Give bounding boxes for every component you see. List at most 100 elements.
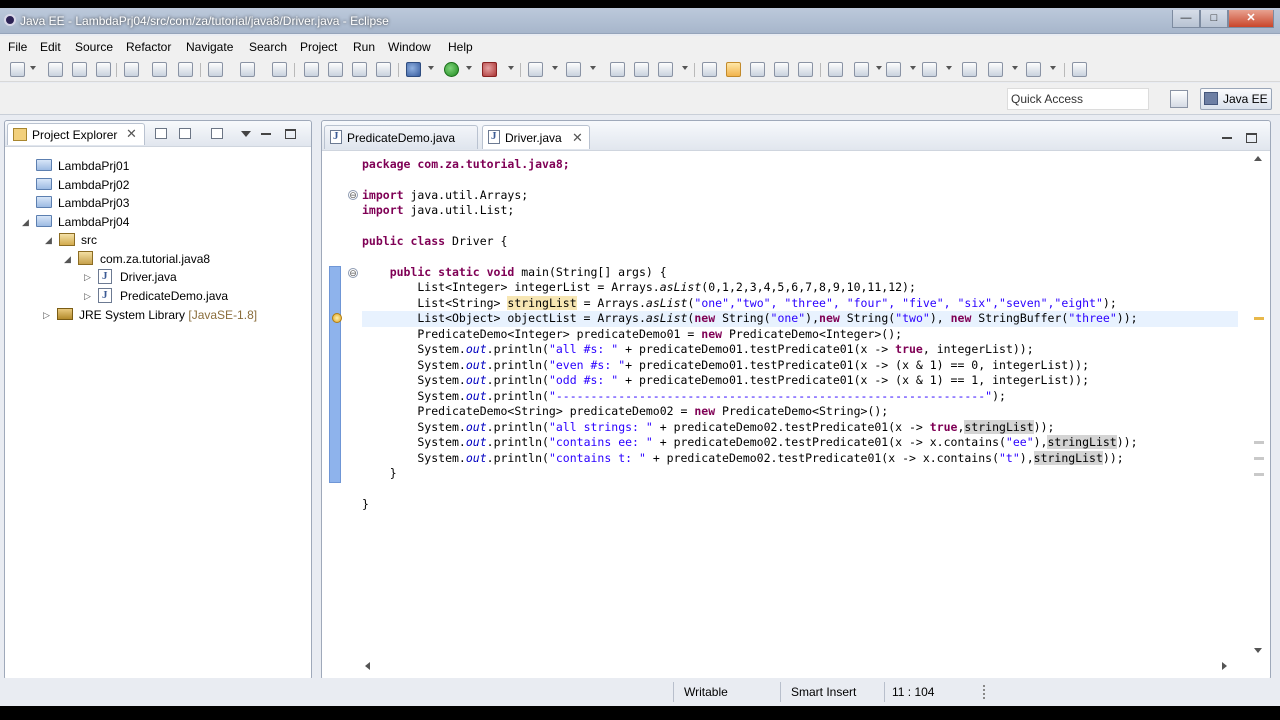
new-class-icon[interactable]	[566, 62, 581, 77]
cleanup-icon[interactable]	[178, 62, 193, 77]
project-explorer-tab[interactable]: Project Explorer ✕	[7, 123, 145, 145]
forward-dropdown-icon[interactable]	[1050, 66, 1056, 70]
suspend-icon[interactable]	[328, 62, 343, 77]
overview-ruler[interactable]	[1254, 169, 1264, 659]
external-tools-dropdown-icon[interactable]	[508, 66, 514, 70]
save-all-icon[interactable]	[72, 62, 87, 77]
menu-refactor[interactable]: Refactor	[126, 40, 171, 54]
collapse-all-icon[interactable]	[155, 128, 167, 139]
string-literal: "all strings: "	[548, 420, 653, 434]
collapsed-arrow-icon[interactable]: ▷	[84, 291, 91, 302]
project-folder-icon	[36, 215, 52, 227]
back-icon[interactable]	[988, 62, 1003, 77]
expanded-arrow-icon[interactable]: ◢	[22, 217, 29, 228]
new-server-icon[interactable]	[528, 62, 543, 77]
show-whitespace-icon[interactable]	[774, 62, 789, 77]
drop-to-frame-icon[interactable]	[272, 62, 287, 77]
run-dropdown-icon[interactable]	[466, 66, 472, 70]
disconnect-icon[interactable]	[376, 62, 391, 77]
step-into-icon[interactable]	[208, 62, 223, 77]
menu-navigate[interactable]: Navigate	[186, 40, 233, 54]
menu-edit[interactable]: Edit	[40, 40, 61, 54]
scroll-up-icon[interactable]	[1254, 156, 1262, 161]
close-tab-icon[interactable]: ✕	[572, 130, 583, 146]
resume-icon[interactable]	[304, 62, 319, 77]
code-text: + predicateDemo01.testPredicate01(x ->	[618, 342, 896, 356]
menu-help[interactable]: Help	[448, 40, 473, 54]
next-annotation-icon[interactable]	[854, 62, 869, 77]
open-type-icon[interactable]	[610, 62, 625, 77]
menu-search[interactable]: Search	[249, 40, 287, 54]
debug-icon[interactable]	[406, 62, 421, 77]
pin-icon[interactable]	[1072, 62, 1087, 77]
refresh-icon[interactable]	[240, 62, 255, 77]
open-perspective-icon[interactable]	[1170, 90, 1188, 108]
search-dropdown-icon[interactable]	[682, 66, 688, 70]
previous-annotation-icon[interactable]	[886, 62, 901, 77]
external-tools-icon[interactable]	[482, 62, 497, 77]
menu-window[interactable]: Window	[388, 40, 431, 54]
occurrence-overview-mark[interactable]	[1254, 317, 1264, 320]
tab-predicatedemo-java[interactable]: PredicateDemo.java	[324, 125, 478, 149]
horizontal-scrollbar[interactable]	[362, 659, 1230, 675]
last-edit-dropdown-icon[interactable]	[946, 66, 952, 70]
quick-access-input[interactable]: Quick Access	[1007, 88, 1149, 110]
menu-file[interactable]: File	[8, 40, 27, 54]
tab-driver-java[interactable]: Driver.java ✕	[482, 125, 590, 149]
print-icon[interactable]	[96, 62, 111, 77]
occurrence-overview-mark[interactable]	[1254, 473, 1264, 476]
maximize-view-icon[interactable]	[285, 129, 296, 139]
fold-toggle-icon[interactable]: ⊖	[348, 268, 358, 278]
pin-editor-icon[interactable]	[828, 62, 843, 77]
previous-annotation-dropdown-icon[interactable]	[910, 66, 916, 70]
menu-project[interactable]: Project	[300, 40, 337, 54]
menu-source[interactable]: Source	[75, 40, 113, 54]
close-icon[interactable]: ✕	[126, 126, 137, 142]
last-edit-location-icon[interactable]	[922, 62, 937, 77]
run-icon[interactable]	[444, 62, 459, 77]
minimize-button[interactable]: —	[1172, 10, 1200, 28]
search-icon[interactable]	[658, 62, 673, 77]
toggle-mark-occurrences-icon[interactable]	[726, 62, 741, 77]
open-task-icon[interactable]	[634, 62, 649, 77]
save-icon[interactable]	[48, 62, 63, 77]
expanded-arrow-icon[interactable]: ◢	[64, 254, 71, 265]
maximize-editor-icon[interactable]	[1246, 133, 1257, 143]
minimize-view-icon[interactable]	[261, 133, 271, 135]
back-arrow-icon[interactable]	[962, 62, 977, 77]
new-server-dropdown-icon[interactable]	[552, 66, 558, 70]
code-line: import java.util.List;	[362, 203, 514, 219]
string-literal: "t"	[999, 451, 1020, 465]
skip-breakpoints-icon[interactable]	[124, 62, 139, 77]
collapsed-arrow-icon[interactable]: ▷	[84, 272, 91, 283]
scroll-left-icon[interactable]	[365, 662, 370, 670]
new-icon[interactable]	[10, 62, 25, 77]
toggle-block-selection-icon[interactable]	[750, 62, 765, 77]
occurrence-overview-mark[interactable]	[1254, 441, 1264, 444]
new-dropdown-icon[interactable]	[30, 66, 36, 70]
java-file-icon	[488, 130, 500, 144]
menu-run[interactable]: Run	[353, 40, 375, 54]
forward-icon[interactable]	[1026, 62, 1041, 77]
code-area[interactable]: package com.za.tutorial.java8; import ja…	[362, 157, 1238, 637]
occurrence-overview-mark[interactable]	[1254, 457, 1264, 460]
fold-toggle-icon[interactable]: ⊖	[348, 190, 358, 200]
show-source-icon[interactable]	[798, 62, 813, 77]
format-icon[interactable]	[152, 62, 167, 77]
debug-dropdown-icon[interactable]	[428, 66, 434, 70]
view-menu-icon[interactable]	[241, 131, 251, 137]
toggle-ant-icon[interactable]	[702, 62, 717, 77]
new-class-dropdown-icon[interactable]	[590, 66, 596, 70]
next-annotation-dropdown-icon[interactable]	[876, 66, 882, 70]
terminate-icon[interactable]	[352, 62, 367, 77]
close-window-button[interactable]: ✕	[1228, 10, 1274, 28]
back-dropdown-icon[interactable]	[1012, 66, 1018, 70]
scroll-right-icon[interactable]	[1222, 662, 1227, 670]
minimize-editor-icon[interactable]	[1222, 137, 1232, 139]
code-text: );	[992, 389, 1006, 403]
maximize-button[interactable]: □	[1200, 10, 1228, 28]
expanded-arrow-icon[interactable]: ◢	[45, 235, 52, 246]
link-with-editor-icon[interactable]	[179, 128, 191, 139]
collapsed-arrow-icon[interactable]: ▷	[43, 310, 50, 321]
filter-icon[interactable]	[211, 128, 223, 139]
